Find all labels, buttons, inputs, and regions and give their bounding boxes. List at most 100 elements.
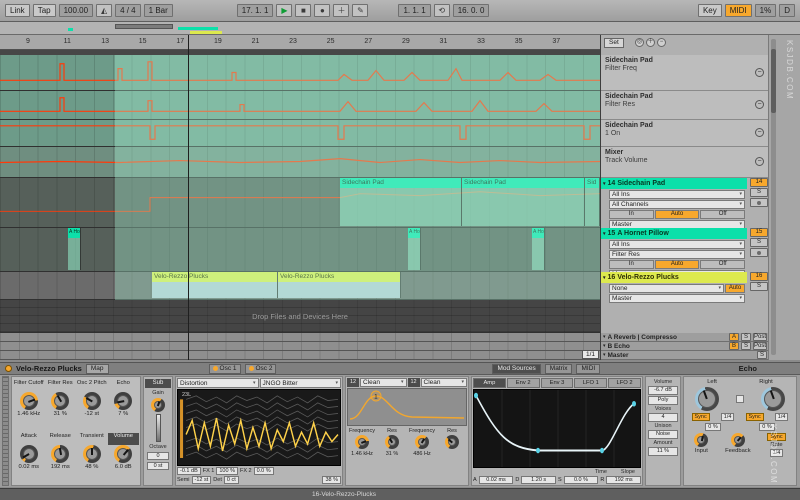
metronome-icon[interactable]: ◭ — [96, 4, 112, 17]
automation-lane-header[interactable]: Sidechain Pad 1 On − — [601, 120, 769, 147]
envelope-display[interactable] — [473, 389, 641, 468]
macro-knob[interactable] — [20, 445, 38, 463]
input-type-chooser[interactable]: All Ins▾ — [609, 190, 745, 199]
midi-clip-velo[interactable]: Velo-Rezzo Plucks — [278, 272, 401, 298]
lane-options-icon[interactable]: − — [755, 100, 764, 109]
pre-post-toggle[interactable]: Post — [753, 333, 767, 341]
track-lane-velo-rezzo[interactable]: Velo-Rezzo Plucks Velo-Rezzo Plucks — [0, 272, 600, 300]
frequency-knob[interactable] — [415, 435, 429, 449]
audio-clip-sidechain[interactable]: Sidechain Pad — [340, 178, 462, 226]
lane-param-name[interactable]: 1 On — [605, 130, 765, 138]
sustain-field[interactable]: 0.0 % — [564, 476, 599, 484]
automation-lane-header[interactable]: Mixer Track Volume − — [601, 147, 769, 178]
sub-gain-knob[interactable] — [151, 398, 165, 412]
track-header-16[interactable]: ▾ 16 Velo-Rezzo Plucks None▾ Auto Master… — [601, 272, 769, 300]
tab-mod-sources[interactable]: Mod Sources — [492, 364, 540, 374]
filter-circuit-chooser[interactable]: Clean▾ — [421, 378, 468, 387]
fx1-amount-field[interactable]: 100 % — [216, 467, 238, 475]
sub-osc-toggle[interactable]: Sub — [145, 379, 171, 388]
track-lane-hornet-pillow[interactable]: A Hor A Hor A Hor — [0, 228, 600, 272]
return-lane-b[interactable] — [0, 342, 600, 351]
echo-right-sync-button[interactable]: Sync — [746, 413, 764, 421]
macro-knob[interactable] — [83, 392, 101, 410]
quantize-menu[interactable]: 1 Bar — [144, 4, 173, 17]
rack-handle[interactable] — [2, 376, 9, 486]
filter1-resonance[interactable]: Res31 % — [377, 427, 407, 484]
echo-right-division-field[interactable]: 1/4 — [775, 413, 789, 421]
track-activator-button[interactable]: 16 — [750, 272, 768, 281]
arrangement-lanes[interactable]: Sidechain Pad Sidechain Pad Sid A Hor A … — [0, 50, 600, 360]
macro-knob[interactable] — [20, 392, 38, 410]
audio-clip-hornet[interactable]: A Hor — [408, 228, 421, 270]
voices-field[interactable]: 4 — [648, 413, 678, 422]
wavetable-name-chooser[interactable]: JNGO Bitter▾ — [260, 378, 342, 388]
unfold-track-icon[interactable]: ▾ — [603, 352, 606, 358]
lane-param-name[interactable]: Filter Freq — [605, 65, 765, 73]
tab-osc2[interactable]: Osc 2 — [245, 364, 277, 374]
playhead[interactable] — [188, 35, 189, 360]
return-track-b-header[interactable]: ▾ B Echo B S Post — [601, 342, 769, 351]
return-lane-a[interactable] — [0, 333, 600, 342]
track-activator-button[interactable]: A — [729, 333, 739, 341]
echo-input-control[interactable]: Input — [694, 433, 708, 454]
automation-lane-filter-res[interactable] — [0, 91, 600, 120]
lane-param-name[interactable]: Filter Res — [605, 101, 765, 109]
automation-lane-device-on[interactable] — [0, 120, 600, 147]
set-locator-button[interactable]: Set — [604, 38, 624, 48]
semitone-field[interactable]: -12 st — [192, 476, 212, 484]
track-header-14[interactable]: ▾ 14 Sidechain Pad All Ins▾ All Channels… — [601, 178, 769, 228]
loop-switch[interactable]: ⟲ — [434, 4, 450, 17]
automation-control-chooser[interactable]: None▾ — [609, 284, 724, 293]
midi-clip-velo[interactable]: Velo-Rezzo Plucks — [152, 272, 278, 298]
echo-right-time-knob[interactable] — [761, 387, 785, 411]
monitor-in-button[interactable]: In — [609, 260, 654, 269]
time-signature-field[interactable]: 4 / 4 — [115, 4, 141, 17]
tempo-field[interactable]: 100.00 — [59, 4, 93, 17]
lane-options-icon[interactable]: − — [755, 128, 764, 137]
vertical-scrollbar[interactable] — [771, 39, 776, 355]
automation-lane-track-volume[interactable] — [0, 147, 600, 178]
macro-knob[interactable] — [51, 445, 69, 463]
audio-clip-hornet[interactable]: A Hor — [532, 228, 545, 270]
monitor-auto-button[interactable]: Auto — [655, 210, 700, 219]
midi-map-button[interactable]: MIDI — [725, 4, 752, 17]
macro-volume[interactable]: Volume6.0 dB — [108, 431, 140, 484]
pre-post-toggle[interactable]: Post — [753, 342, 767, 350]
input-knob[interactable] — [694, 433, 708, 447]
loop-length-field[interactable]: 16. 0. 0 — [453, 4, 490, 17]
output-chooser[interactable]: Master▾ — [609, 294, 745, 303]
unfold-track-icon[interactable]: ▾ — [603, 275, 606, 281]
macro-transient[interactable]: Transient48 % — [76, 431, 108, 484]
lane-options-icon[interactable]: − — [755, 157, 764, 166]
arm-record-button[interactable] — [750, 248, 768, 257]
automation-control-chooser[interactable]: Filter Res▾ — [609, 250, 745, 259]
solo-button[interactable]: S — [741, 342, 751, 350]
poly-mono-switch[interactable]: Poly — [648, 396, 678, 405]
track-activator-button[interactable]: 14 — [750, 178, 768, 187]
wavetable-visualizer[interactable]: 23L — [177, 389, 341, 466]
echo-feedback-control[interactable]: Feedback — [725, 433, 750, 454]
osc-gain-field[interactable]: -0.1 dB — [177, 467, 201, 475]
track-name-bar[interactable]: ▾ 16 Velo-Rezzo Plucks — [601, 272, 747, 283]
monitor-auto-button[interactable]: Auto — [655, 260, 700, 269]
macro-attack[interactable]: Attack0.02 ms — [13, 431, 45, 484]
echo-left-sync-button[interactable]: Sync — [692, 413, 710, 421]
loop-brace[interactable] — [115, 24, 173, 29]
device-on-icon[interactable] — [5, 365, 12, 372]
key-map-button[interactable]: Key — [698, 4, 722, 17]
track-lane-sidechain-pad[interactable]: Sidechain Pad Sidechain Pad Sid — [0, 178, 600, 228]
monitor-off-button[interactable]: Off — [700, 260, 745, 269]
solo-button[interactable]: S — [750, 188, 768, 197]
track-header-15[interactable]: ▾ 15 A Hornet Pillow All Ins▾ Filter Res… — [601, 228, 769, 272]
stop-button[interactable]: ■ — [295, 4, 311, 17]
echo-left-division-field[interactable]: 1/4 — [721, 413, 735, 421]
drop-area[interactable]: Drop Files and Devices Here — [0, 300, 600, 333]
tab-lfo2[interactable]: LFO 2 — [608, 378, 641, 388]
overdub-button[interactable]: ＋ — [333, 4, 349, 17]
octave-field[interactable]: 0 — [147, 452, 169, 460]
macro-filter-cutoff[interactable]: Filter Cutoff1.46 kHz — [13, 378, 45, 431]
automation-lane-header[interactable]: Sidechain Pad Filter Res − — [601, 91, 769, 120]
macro-knob[interactable] — [114, 392, 132, 410]
frequency-knob[interactable] — [355, 435, 369, 449]
loop-start-field[interactable]: 1. 1. 1 — [398, 4, 430, 17]
